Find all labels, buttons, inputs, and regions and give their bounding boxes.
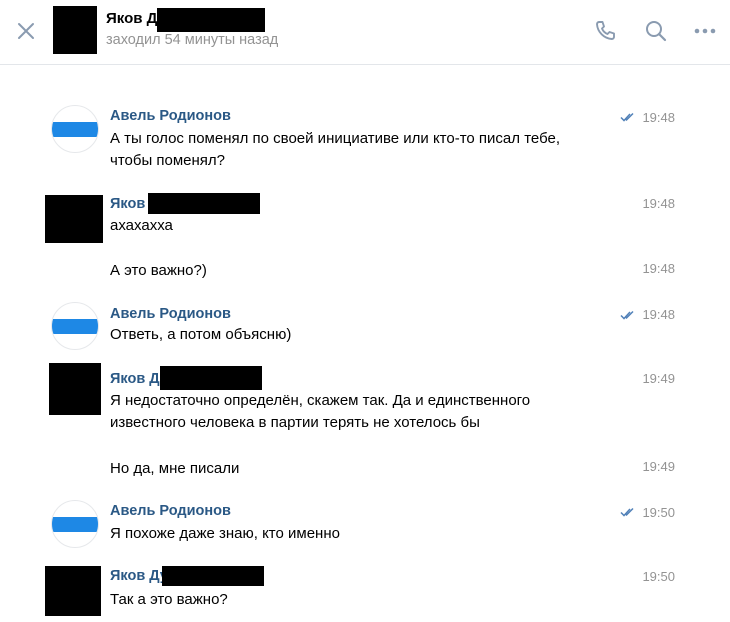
message-time: 19:50: [642, 505, 675, 520]
last-seen-status: заходил 54 минуты назад: [106, 32, 279, 48]
read-check-icon: [620, 310, 634, 320]
avatar[interactable]: [51, 500, 99, 548]
avatar[interactable]: [51, 105, 99, 153]
avatar-stripe: [52, 122, 98, 137]
read-check-icon: [620, 507, 634, 517]
redaction-bar: [160, 366, 262, 390]
message-time: 19:48: [642, 307, 675, 322]
avatar[interactable]: [45, 195, 103, 243]
message-text: Ответь, а потом объясню): [110, 326, 292, 343]
header-avatar[interactable]: [53, 6, 97, 54]
avatar-stripe: [52, 319, 98, 334]
phone-icon[interactable]: [592, 18, 618, 44]
avatar[interactable]: [45, 566, 101, 616]
message-time: 19:50: [642, 569, 675, 584]
message-text: А ты голос поменял по своей инициативе и…: [110, 130, 560, 147]
avatar-stripe: [52, 517, 98, 532]
message-text: А это важно?): [110, 262, 207, 279]
message-text: Но да, мне писали: [110, 460, 240, 477]
message-author[interactable]: Авель Родионов: [110, 108, 231, 124]
message-time: 19:49: [642, 371, 675, 386]
search-icon[interactable]: [643, 18, 669, 44]
avatar[interactable]: [51, 302, 99, 350]
more-icon[interactable]: [692, 18, 718, 44]
chat-title[interactable]: Яков Д: [106, 10, 157, 27]
redaction-bar: [162, 566, 264, 586]
message-time: 19:48: [642, 261, 675, 276]
redaction-bar: [157, 8, 265, 32]
message-text: Я недостаточно определён, скажем так. Да…: [110, 392, 531, 409]
avatar[interactable]: [49, 363, 101, 415]
message-time: 19:48: [642, 196, 675, 211]
message-author[interactable]: Авель Родионов: [110, 306, 231, 322]
chat-header: Яков Д заходил 54 минуты назад: [0, 0, 730, 65]
close-icon[interactable]: [14, 19, 38, 43]
message-author[interactable]: Яков: [110, 196, 145, 212]
message-time: 19:49: [642, 459, 675, 474]
message-author[interactable]: Яков Д: [110, 371, 160, 387]
message-text: ахахахха: [110, 217, 173, 234]
message-author[interactable]: Яков Ду: [110, 568, 168, 584]
redaction-bar: [148, 193, 260, 214]
message-text: известного человека в партии терять не х…: [110, 414, 480, 431]
message-text: Я похоже даже знаю, кто именно: [110, 525, 340, 542]
read-check-icon: [620, 112, 634, 122]
message-text: чтобы поменял?: [110, 152, 226, 169]
message-time: 19:48: [642, 110, 675, 125]
message-text: Так а это важно?: [110, 591, 228, 608]
message-author[interactable]: Авель Родионов: [110, 503, 231, 519]
